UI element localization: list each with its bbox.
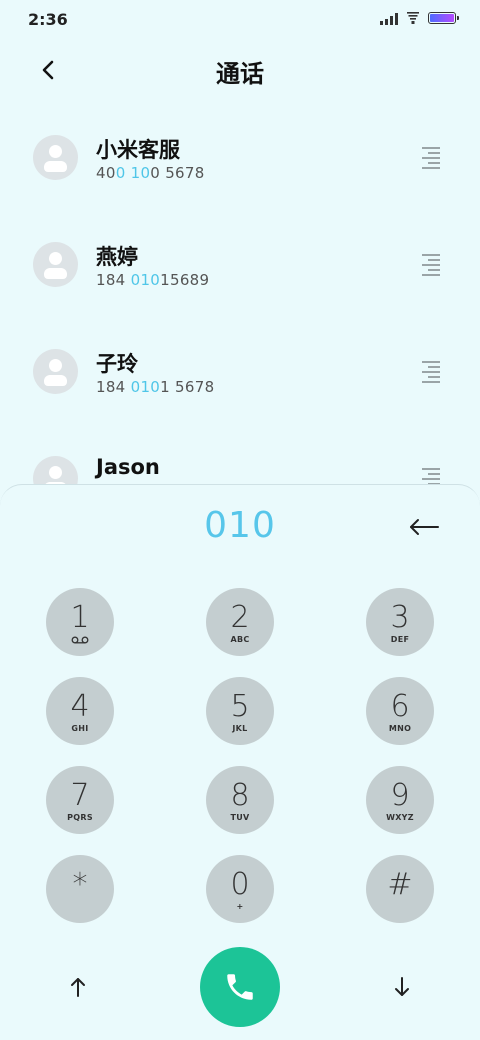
dialer-panel: 010 1 2 ABC 3 DEF 4 GHI 5 JKL 6 MNO 7 PQ… xyxy=(0,484,480,1040)
key-0[interactable]: 0 + xyxy=(206,855,274,923)
contact-number: 184 0101 5678 xyxy=(96,378,215,396)
key-7[interactable]: 7 PQRS xyxy=(46,766,114,834)
key-9[interactable]: 9 WXYZ xyxy=(366,766,434,834)
arrow-up-icon xyxy=(71,978,85,997)
scroll-down-button[interactable] xyxy=(384,969,420,1005)
collapse-up-button[interactable] xyxy=(60,969,96,1005)
key-star[interactable]: * xyxy=(46,855,114,923)
voicemail-icon xyxy=(71,635,89,645)
call-button[interactable] xyxy=(200,947,280,1027)
page-title: 通话 xyxy=(216,60,264,88)
contact-list[interactable]: 小米客服 400 100 5678 燕婷 184 01015689 子玲 184… xyxy=(0,106,480,534)
contact-detail-icon[interactable] xyxy=(422,361,440,383)
battery-icon xyxy=(428,12,459,24)
contact-row[interactable]: 小米客服 400 100 5678 xyxy=(0,106,480,213)
contact-detail-icon[interactable] xyxy=(422,254,440,276)
contact-row[interactable]: 子玲 184 0101 5678 xyxy=(0,320,480,427)
status-icons xyxy=(380,11,459,25)
contact-name: 小米客服 xyxy=(96,138,180,162)
key-5[interactable]: 5 JKL xyxy=(206,677,274,745)
contact-number: 184 01015689 xyxy=(96,271,210,289)
status-bar: 2:36 xyxy=(0,0,480,42)
avatar xyxy=(33,349,78,394)
avatar xyxy=(33,242,78,287)
key-6[interactable]: 6 MNO xyxy=(366,677,434,745)
key-1[interactable]: 1 xyxy=(46,588,114,656)
key-3[interactable]: 3 DEF xyxy=(366,588,434,656)
key-4[interactable]: 4 GHI xyxy=(46,677,114,745)
contact-name: Jason xyxy=(96,455,160,479)
backspace-arrow-icon xyxy=(410,519,439,535)
battery-level xyxy=(430,14,454,22)
contact-row[interactable]: 燕婷 184 01015689 xyxy=(0,213,480,320)
contact-name: 子玲 xyxy=(96,352,138,376)
key-2[interactable]: 2 ABC xyxy=(206,588,274,656)
phone-icon xyxy=(227,974,253,1000)
key-8[interactable]: 8 TUV xyxy=(206,766,274,834)
avatar xyxy=(33,135,78,180)
signal-icon xyxy=(380,11,398,25)
contact-number: 400 100 5678 xyxy=(96,164,205,182)
arrow-down-icon xyxy=(395,977,409,996)
status-time: 2:36 xyxy=(28,10,68,29)
bottom-bar xyxy=(0,945,480,1027)
header: 通话 xyxy=(0,42,480,98)
backspace-button[interactable] xyxy=(406,513,442,541)
contact-name: 燕婷 xyxy=(96,245,138,269)
contact-detail-icon[interactable] xyxy=(422,147,440,169)
wifi-icon xyxy=(406,11,420,25)
key-hash[interactable]: # xyxy=(366,855,434,923)
